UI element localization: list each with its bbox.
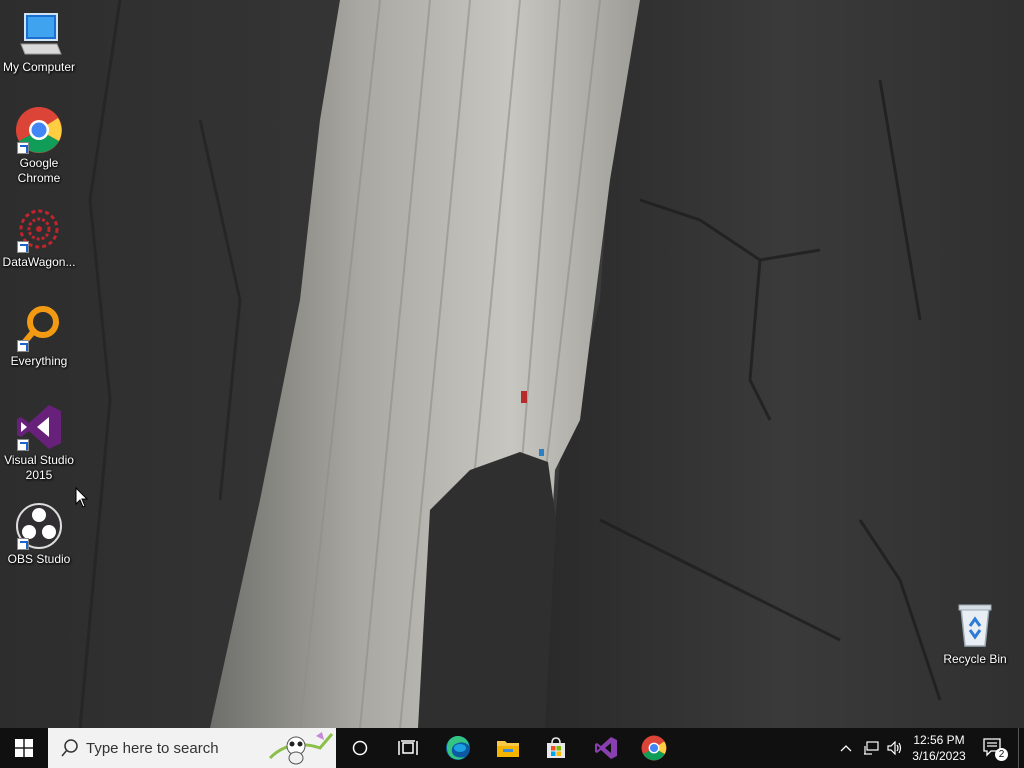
desktop-icon-datawagon[interactable]: DataWagon... — [1, 205, 77, 270]
taskbar-visual-studio-button[interactable] — [582, 728, 630, 768]
mouse-cursor-icon — [75, 487, 89, 508]
edge-icon — [446, 735, 470, 760]
start-button[interactable] — [0, 728, 48, 768]
search-highlight-illustration-icon — [268, 732, 334, 765]
chevron-up-icon — [840, 745, 852, 752]
datawagon-icon — [15, 205, 63, 253]
desktop-icon-label: OBS Studio — [7, 552, 71, 566]
taskbar-chrome-button[interactable] — [630, 728, 678, 768]
desktop-icon-obs-studio[interactable]: OBS Studio — [1, 502, 77, 567]
windows-logo-icon — [15, 739, 33, 757]
taskbar: Type here to search 12:56 PM 3/16/2023 2 — [0, 728, 1024, 768]
taskbar-store-button[interactable] — [532, 728, 580, 768]
search-icon — [61, 739, 78, 757]
clock-time: 12:56 PM — [913, 733, 965, 747]
task-view-button[interactable] — [384, 728, 432, 768]
clock-date: 3/16/2023 — [912, 749, 966, 763]
taskbar-search-box[interactable]: Type here to search — [48, 728, 336, 768]
search-placeholder: Type here to search — [86, 739, 219, 757]
microsoft-store-icon — [547, 737, 565, 758]
wallpaper-rock-image — [0, 0, 1024, 728]
chrome-icon — [641, 735, 667, 761]
file-explorer-icon — [497, 741, 519, 757]
chrome-icon — [15, 106, 63, 154]
desktop-icon-my-computer[interactable]: My Computer — [1, 10, 77, 75]
recycle-bin-icon — [951, 602, 999, 650]
desktop-icon-recycle-bin[interactable]: Recycle Bin — [937, 602, 1013, 667]
desktop-icon-label: DataWagon... — [2, 255, 76, 269]
speaker-icon — [887, 741, 902, 755]
visual-studio-icon — [595, 737, 617, 759]
show-desktop-button[interactable] — [1018, 728, 1024, 768]
obs-icon — [15, 502, 63, 550]
shortcut-arrow-icon — [17, 538, 29, 550]
desktop-icon-label: Everything — [10, 354, 68, 368]
desktop-icon-label: My Computer — [2, 60, 76, 74]
everything-search-icon — [15, 304, 63, 352]
desktop-icon-label: Visual Studio 2015 — [4, 453, 74, 482]
shortcut-arrow-icon — [17, 439, 29, 451]
task-view-icon — [398, 740, 418, 755]
network-icon — [864, 741, 879, 755]
clock-button[interactable]: 12:56 PM 3/16/2023 — [906, 732, 972, 764]
desktop-icon-visual-studio-2015[interactable]: Visual Studio 2015 — [1, 403, 77, 483]
taskbar-file-explorer-button[interactable] — [484, 728, 532, 768]
volume-tray-button[interactable] — [884, 728, 906, 768]
action-center-button[interactable]: 2 — [980, 728, 1008, 768]
desktop-icon-google-chrome[interactable]: Google Chrome — [1, 106, 77, 186]
desktop-wallpaper: My Computer Google Chrome DataWagon... E… — [0, 0, 1024, 728]
desktop-icon-label: Recycle Bin — [943, 652, 1007, 666]
cortana-button[interactable] — [336, 728, 384, 768]
desktop-icon-label: Google Chrome — [17, 156, 61, 185]
taskbar-edge-button[interactable] — [434, 728, 482, 768]
computer-icon — [15, 10, 63, 58]
show-hidden-icons-button[interactable] — [836, 728, 856, 768]
notification-count-badge: 2 — [995, 748, 1008, 761]
desktop-icon-everything[interactable]: Everything — [1, 304, 77, 369]
shortcut-arrow-icon — [17, 142, 29, 154]
shortcut-arrow-icon — [17, 340, 29, 352]
network-tray-button[interactable] — [860, 728, 882, 768]
visual-studio-icon — [15, 403, 63, 451]
cortana-icon — [352, 740, 368, 756]
shortcut-arrow-icon — [17, 241, 29, 253]
